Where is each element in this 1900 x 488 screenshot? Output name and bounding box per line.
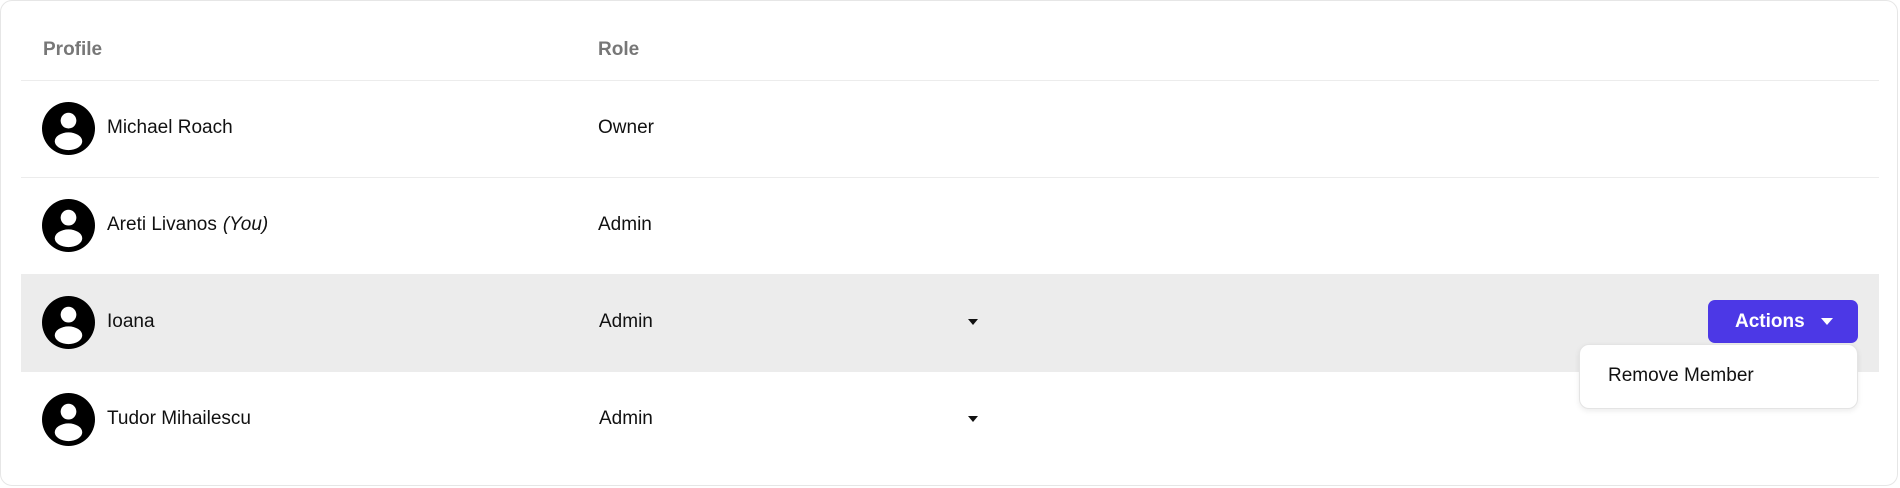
member-role: Owner [598, 117, 654, 138]
actions-dropdown-menu: Remove Member [1579, 344, 1858, 409]
table-header: Profile Role [21, 1, 1879, 81]
table-row: Areti Livanos (You) Admin [21, 178, 1879, 275]
user-avatar-icon [42, 393, 95, 446]
member-name: Michael Roach [107, 117, 233, 138]
role-select-value: Admin [599, 311, 653, 332]
table-row: Michael Roach Owner [21, 81, 1879, 178]
role-select[interactable]: Admin [599, 295, 999, 350]
user-avatar-icon [42, 199, 95, 252]
caret-down-icon [968, 416, 978, 422]
user-avatar-icon [42, 102, 95, 155]
column-header-profile: Profile [43, 39, 103, 60]
remove-member-menu-item[interactable]: Remove Member [1608, 365, 1754, 387]
members-card: Profile Role Michael Roach Owner Areti L… [0, 0, 1898, 486]
you-indicator: (You) [222, 214, 269, 235]
member-name: Tudor Mihailescu [107, 408, 251, 429]
member-role: Admin [598, 214, 652, 235]
column-header-role: Role [598, 39, 640, 60]
role-select-value: Admin [599, 408, 653, 429]
member-name-cell: Areti Livanos (You) [107, 214, 268, 236]
actions-button[interactable]: Actions [1708, 300, 1858, 343]
role-select[interactable]: Admin [599, 392, 999, 447]
member-name: Ioana [107, 311, 155, 332]
caret-down-icon [1821, 318, 1833, 325]
user-avatar-icon [42, 296, 95, 349]
caret-down-icon [968, 319, 978, 325]
actions-button-label: Actions [1735, 311, 1805, 332]
member-name: Areti Livanos [107, 214, 217, 235]
